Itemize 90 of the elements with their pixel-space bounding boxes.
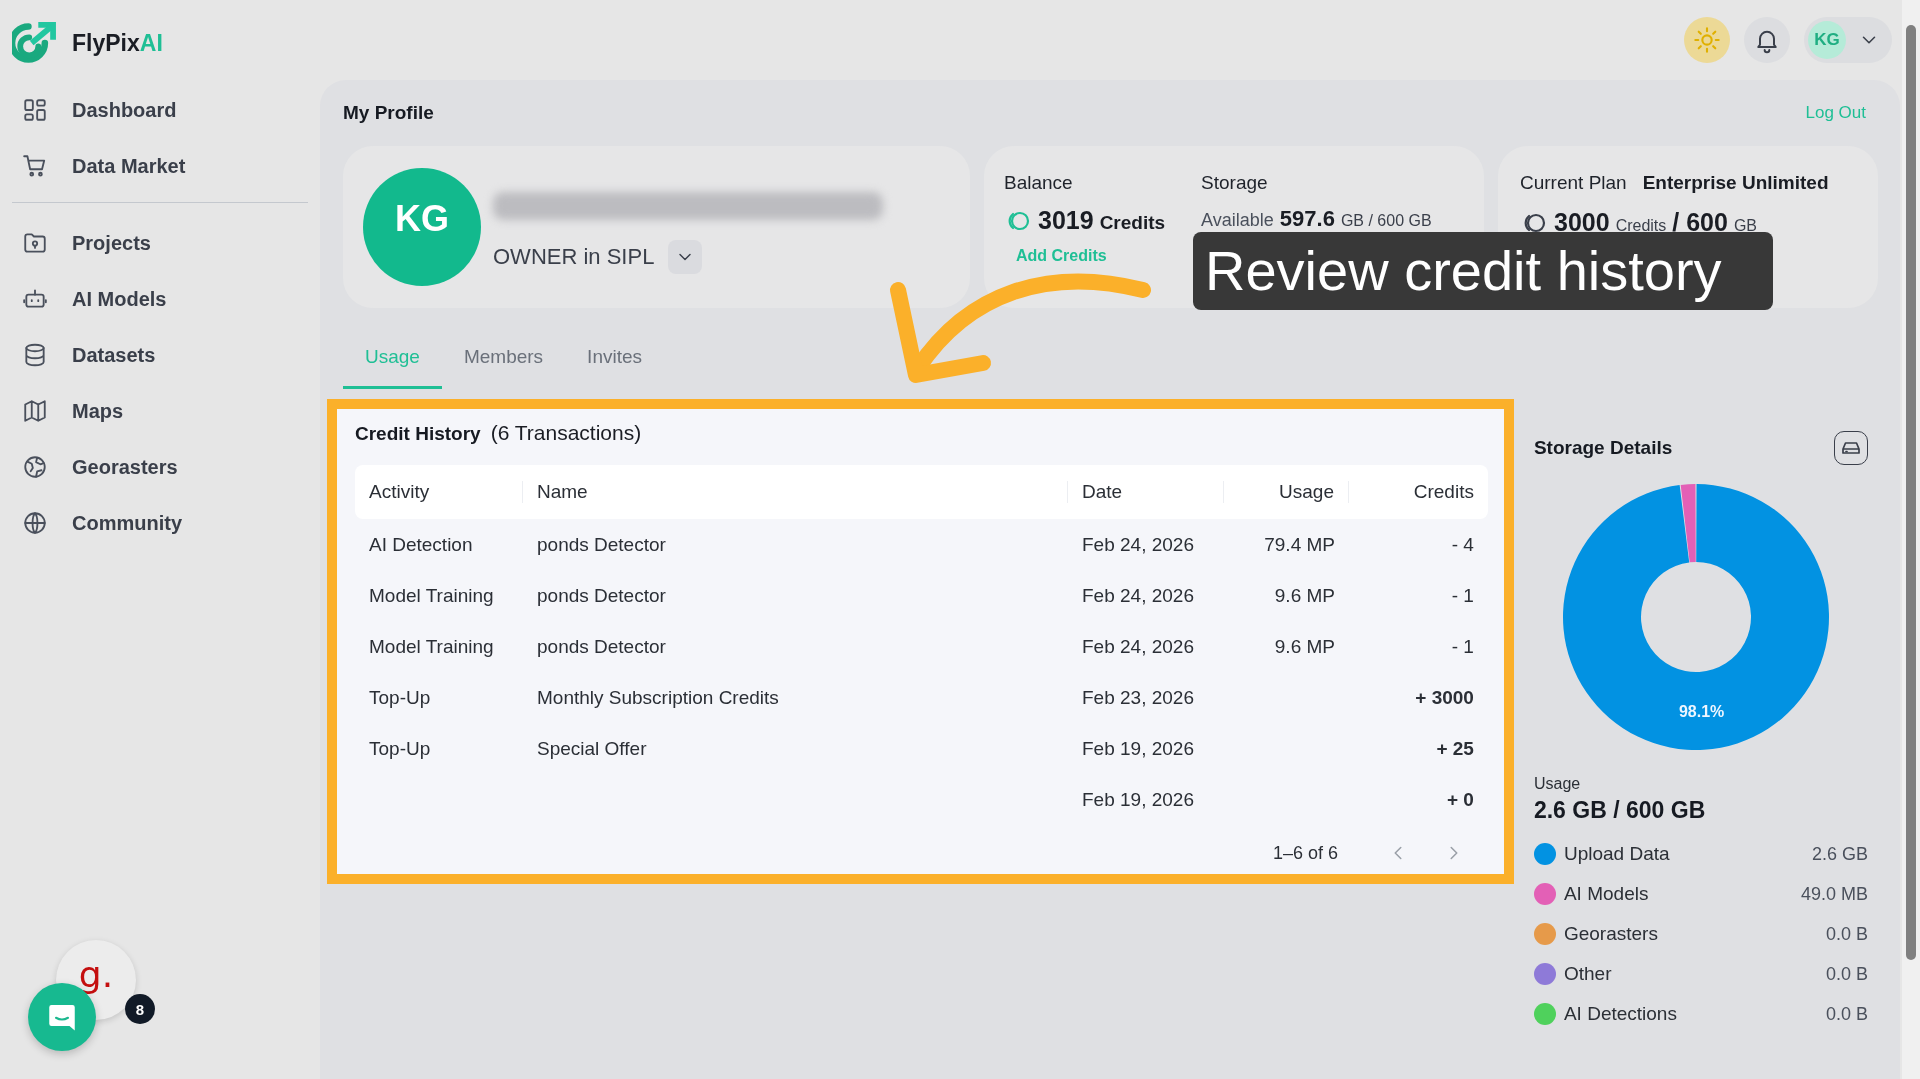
legend-label: AI Models xyxy=(1563,883,1650,905)
database-icon xyxy=(22,342,48,368)
slice-label: 98.1% xyxy=(1678,702,1725,720)
table-cell-text: Feb 24, 2026 xyxy=(1081,635,1195,658)
table-cell-text: 79.4 MP xyxy=(1263,533,1336,556)
table-cell-text: Feb 19, 2026 xyxy=(1081,737,1195,760)
legend-label: Other xyxy=(1563,963,1613,985)
section-title: Credit History xyxy=(355,423,481,445)
scrollbar[interactable] xyxy=(1902,0,1920,1079)
globe-icon xyxy=(22,510,48,536)
tab[interactable]: Members xyxy=(441,332,566,389)
table-cell-text: + 3000 xyxy=(1414,686,1475,709)
user-avatar: KG xyxy=(1808,21,1846,59)
column-header: Date xyxy=(1068,481,1224,503)
table-cell-text: + 25 xyxy=(1435,737,1475,760)
legend-value: 0.0 B xyxy=(1825,923,1868,945)
table-cell-text: - 1 xyxy=(1450,635,1475,658)
annotation-callout: Review credit history xyxy=(1193,232,1773,310)
table-cell-text: ponds Detector xyxy=(536,584,667,607)
section-title: Storage Details xyxy=(1533,437,1673,459)
table-cell-text: Feb 23, 2026 xyxy=(1081,686,1195,709)
table-cell-text: - 1 xyxy=(1450,584,1475,607)
table-cell-text: Monthly Subscription Credits xyxy=(536,686,780,709)
sidebar-item[interactable]: AI Models xyxy=(12,271,308,327)
sidebar-item[interactable]: Maps xyxy=(12,383,308,439)
legend-value: 0.0 B xyxy=(1825,1003,1868,1025)
folder-icon xyxy=(22,230,48,256)
storage-amount: 597.6 xyxy=(1279,206,1335,232)
sidebar-item[interactable]: Georasters xyxy=(12,439,308,495)
table-cell-text: - 4 xyxy=(1450,533,1475,556)
sidebar-item[interactable]: Community xyxy=(12,495,308,551)
pagination-text: 1–6 of 6 xyxy=(1272,842,1338,864)
credits-unit: Credits xyxy=(1615,217,1667,235)
legend-label: Georasters xyxy=(1563,923,1659,945)
table-cell-text: ponds Detector xyxy=(536,533,667,556)
storage-button[interactable] xyxy=(1834,431,1868,465)
plan-name: Enterprise Unlimited xyxy=(1642,172,1829,194)
balance-label: Balance xyxy=(1004,172,1074,194)
usage-label: Usage xyxy=(1533,775,1582,793)
table-cell-text: ponds Detector xyxy=(536,635,667,658)
role-dropdown-button[interactable] xyxy=(668,240,703,274)
sidebar-item[interactable]: Projects xyxy=(12,215,308,271)
logo-icon xyxy=(12,20,58,66)
sidebar-item[interactable]: Dashboard xyxy=(12,82,308,138)
available-label: Available xyxy=(1201,210,1274,231)
table-cell-text: Top-Up xyxy=(368,686,432,709)
table-cell-text: + 0 xyxy=(1446,788,1475,811)
table-cell-text: Feb 24, 2026 xyxy=(1081,584,1195,607)
legend-value: 0.0 B xyxy=(1825,963,1868,985)
table-cell-text: Feb 19, 2026 xyxy=(1081,788,1195,811)
table-cell-text: Model Training xyxy=(368,635,495,658)
column-header: Activity xyxy=(355,481,523,503)
table-cell-text: 9.6 MP xyxy=(1273,635,1336,658)
legend-value: 2.6 GB xyxy=(1811,843,1868,865)
column-header: Usage xyxy=(1224,481,1349,503)
table-cell-text: Feb 24, 2026 xyxy=(1081,533,1195,556)
tab[interactable]: Invites xyxy=(565,332,665,389)
role-text: OWNER in SIPL xyxy=(493,244,655,270)
storage-unit: GB xyxy=(1733,217,1758,235)
profile-avatar: KG xyxy=(363,168,481,286)
grid-icon xyxy=(22,97,48,123)
table-cell-text: Model Training xyxy=(368,584,495,607)
column-header: Credits xyxy=(1412,481,1475,503)
usage-value: 2.6 GB / 600 GB xyxy=(1533,797,1707,824)
theme-toggle-button[interactable] xyxy=(1684,17,1730,63)
storage-total: GB / 600 GB xyxy=(1340,212,1432,230)
scrollbar-thumb[interactable] xyxy=(1906,25,1916,960)
sidebar-item[interactable]: Datasets xyxy=(12,327,308,383)
table-cell-text: AI Detection xyxy=(368,533,474,556)
map-icon xyxy=(22,398,48,424)
table-cell-text: 9.6 MP xyxy=(1273,584,1336,607)
balance-amount: 3019 xyxy=(1038,206,1094,235)
legend-label: Upload Data xyxy=(1563,843,1671,865)
credits-unit: Credits xyxy=(1099,212,1166,234)
sidebar-item[interactable]: Data Market xyxy=(12,138,308,194)
notifications-button[interactable] xyxy=(1744,17,1790,63)
transaction-count: (6 Transactions) xyxy=(490,421,642,445)
plan-label: Current Plan xyxy=(1520,172,1627,194)
page-title: My Profile xyxy=(343,102,434,124)
column-header: Name xyxy=(523,481,1068,503)
cart-icon xyxy=(22,153,48,179)
legend-value: 49.0 MB xyxy=(1800,883,1868,905)
sun-icon xyxy=(1693,26,1721,54)
table-cell-text: Top-Up xyxy=(368,737,432,760)
legend-label: AI Detections xyxy=(1563,1003,1678,1025)
brand-name: FlyPixAI xyxy=(72,29,163,57)
table-cell-text: Special Offer xyxy=(536,737,648,760)
storage-label: Storage xyxy=(1201,172,1269,194)
count-badge: 8 xyxy=(125,994,155,1024)
globe-icon xyxy=(22,454,48,480)
